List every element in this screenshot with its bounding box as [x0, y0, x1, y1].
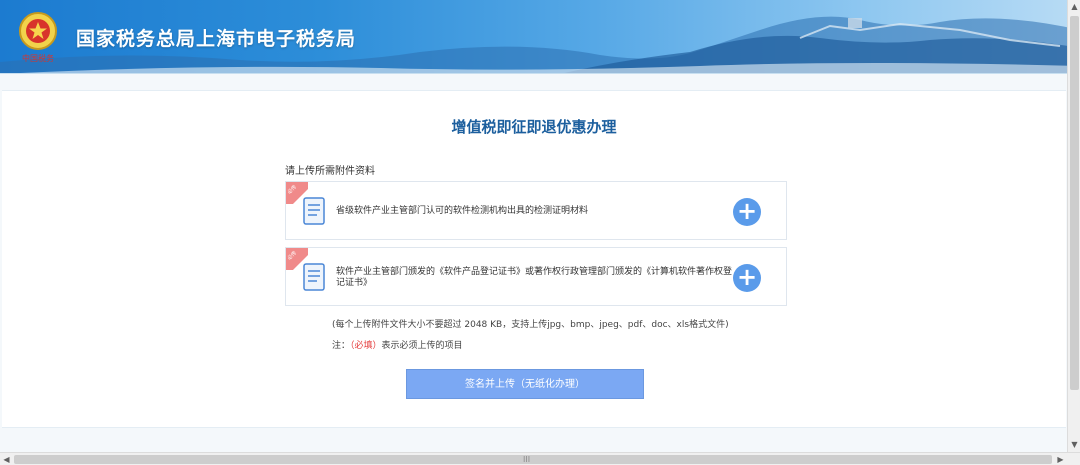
scroll-right-icon[interactable]: ▶ [1054, 453, 1067, 465]
add-attachment-button[interactable]: + [733, 264, 761, 292]
vertical-scrollbar[interactable]: ▲ ▼ [1067, 0, 1080, 452]
upload-hint: 请上传所需附件资料 [285, 166, 375, 177]
site-header: 中国税务 国家税务总局上海市电子税务局 [0, 0, 1080, 74]
attachment-label: 软件产业主管部门颁发的《软件产品登记证书》或著作权行政管理部门颁发的《计算机软件… [336, 267, 733, 288]
attachment-label: 省级软件产业主管部门认可的软件检测机构出具的检测证明材料 [336, 206, 589, 216]
vertical-scroll-thumb[interactable] [1070, 16, 1079, 390]
add-attachment-button[interactable]: + [733, 198, 761, 226]
ribbon-text: 必传 [286, 250, 299, 262]
file-size-note: (每个上传附件文件大小不要超过 2048 KB，支持上传jpg、bmp、jpeg… [332, 320, 729, 330]
ribbon-text: 必传 [286, 184, 299, 196]
attachment-card-1: 必传 省级软件产业主管部门认可的软件检测机构出具的检测证明材料 + [285, 181, 787, 240]
emblem-caption: 中国税务 [22, 53, 54, 63]
required-note: 注：（必填）表示必须上传的项目 [332, 338, 463, 351]
tax-emblem-icon: 中国税务 [19, 12, 57, 63]
horizontal-scrollbar[interactable]: ◀ III ▶ [0, 452, 1080, 465]
note-suffix: 表示必须上传的项目 [381, 341, 463, 351]
page-title: 增值税即征即退优惠办理 [451, 118, 617, 136]
document-icon [303, 263, 325, 291]
note-prefix: 注： [332, 341, 351, 351]
attachment-card-2: 必传 软件产业主管部门颁发的《软件产品登记证书》或著作权行政管理部门颁发的《计算… [285, 247, 787, 306]
scroll-left-icon[interactable]: ◀ [0, 453, 13, 465]
site-title: 国家税务总局上海市电子税务局 [76, 28, 357, 50]
main-content: 增值税即征即退优惠办理 请上传所需附件资料 必传 省级软件产业主管部门认可的软件… [2, 90, 1066, 428]
horizontal-scroll-thumb[interactable] [14, 455, 1052, 464]
sign-and-upload-button[interactable]: 签名并上传（无纸化办理） [406, 369, 644, 399]
required-marker: （必填） [350, 341, 382, 351]
document-icon [303, 197, 325, 225]
scroll-grip-icon: III [523, 455, 531, 464]
scroll-up-icon[interactable]: ▲ [1068, 0, 1080, 13]
scroll-down-icon[interactable]: ▼ [1068, 438, 1080, 451]
